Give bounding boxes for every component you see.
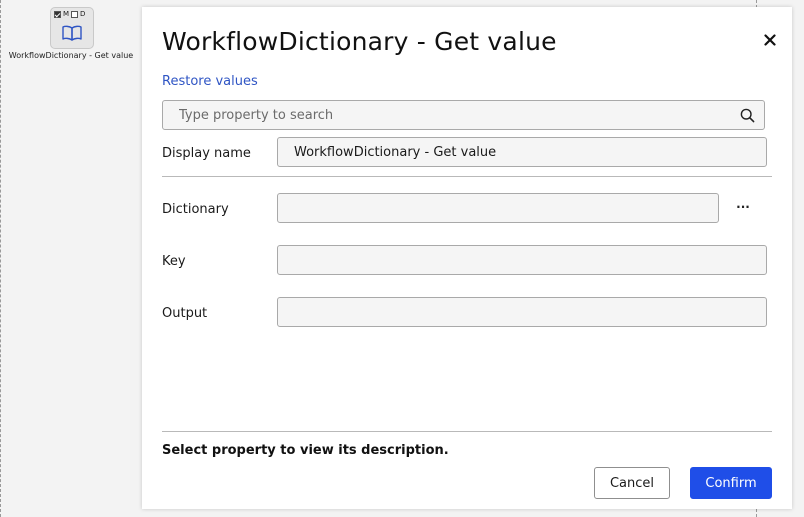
flag-m-checkbox[interactable] (54, 11, 61, 18)
display-name-field[interactable] (277, 137, 767, 167)
dictionary-field[interactable] (277, 193, 719, 223)
cancel-button[interactable]: Cancel (594, 467, 670, 499)
properties-dialog: WorkflowDictionary - Get value Restore v… (142, 7, 792, 509)
dialog-title: WorkflowDictionary - Get value (162, 27, 557, 56)
description-divider (162, 431, 772, 432)
dictionary-label: Dictionary (162, 202, 229, 217)
property-search (162, 100, 765, 130)
book-icon (61, 24, 83, 46)
search-icon[interactable] (740, 108, 755, 127)
canvas-border-left (0, 0, 1, 517)
close-button[interactable] (759, 29, 781, 51)
flag-d-label: D (80, 10, 86, 18)
dictionary-browse-button[interactable]: ··· (732, 201, 754, 217)
header-divider (162, 176, 772, 177)
key-field[interactable] (277, 245, 767, 275)
key-label: Key (162, 254, 186, 269)
output-label: Output (162, 306, 208, 321)
display-name-label: Display name (162, 146, 251, 161)
workflow-node[interactable]: M D (50, 7, 94, 49)
node-flags: M D (54, 10, 85, 19)
flag-d-checkbox[interactable] (71, 11, 79, 18)
search-input[interactable] (171, 101, 747, 129)
flag-m-label: M (63, 10, 70, 18)
close-icon (764, 34, 776, 46)
output-field[interactable] (277, 297, 767, 327)
confirm-button[interactable]: Confirm (690, 467, 772, 499)
property-description: Select property to view its description. (162, 443, 449, 458)
restore-values-link[interactable]: Restore values (162, 74, 258, 89)
node-caption: WorkflowDictionary - Get value (8, 51, 134, 60)
